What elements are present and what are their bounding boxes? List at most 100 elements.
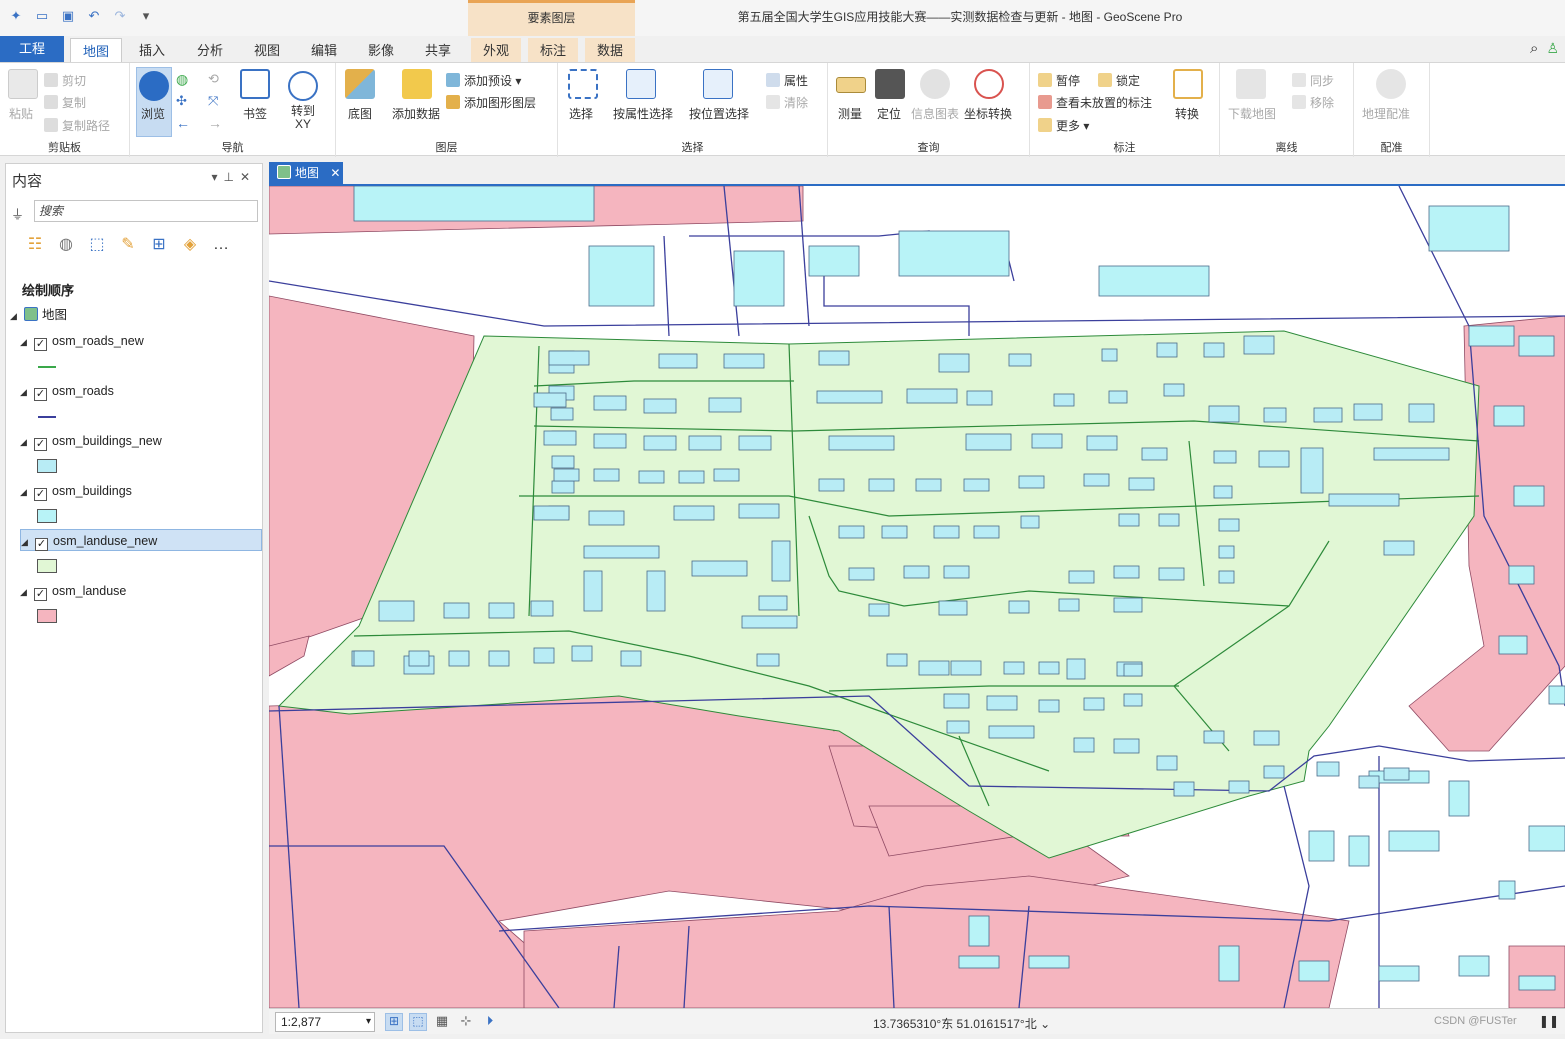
locate-button[interactable]: 定位 xyxy=(877,105,901,122)
close-map-tab-icon[interactable]: ✕ xyxy=(330,166,340,180)
search-icon[interactable]: ⌕ xyxy=(1530,40,1538,57)
scale-dropdown-icon[interactable]: ▾ xyxy=(366,1013,371,1031)
clear-selection-button[interactable]: 清除 xyxy=(766,94,808,111)
coordinate-dropdown-icon[interactable]: ⌄ xyxy=(1040,1017,1050,1031)
account-icon[interactable]: ♙ xyxy=(1546,40,1559,57)
layer-osm-buildings[interactable]: ◢ ✓ osm_buildings xyxy=(20,480,132,502)
list-by-snapping-icon[interactable]: ⊞ xyxy=(148,234,170,256)
remove-offline-button[interactable]: 移除 xyxy=(1292,94,1334,111)
symbol-swatch-landuse[interactable] xyxy=(37,609,57,623)
redo-icon[interactable]: ↷ xyxy=(112,8,128,24)
layer-osm-buildings-new[interactable]: ◢ ✓ osm_buildings_new xyxy=(20,430,162,452)
layer-osm-landuse-new[interactable]: ◢ ✓ osm_landuse_new xyxy=(20,529,262,551)
basemap-button[interactable]: 底图 xyxy=(348,105,372,122)
tab-data[interactable]: 数据 xyxy=(585,38,635,64)
next-extent-icon[interactable]: → xyxy=(208,115,222,131)
collapse-icon[interactable]: ◢ xyxy=(20,581,30,603)
attributes-button[interactable]: 属性 xyxy=(766,72,808,89)
fixed-zoom-in-icon[interactable]: ✣ xyxy=(176,93,187,109)
view-unplaced-labels-button[interactable]: 查看未放置的标注 xyxy=(1038,94,1152,111)
convert-labels-button[interactable]: 转换 xyxy=(1175,105,1199,122)
symbol-swatch-buildings[interactable] xyxy=(37,509,57,523)
add-preset-button[interactable]: 添加预设 ▾ xyxy=(446,72,521,89)
explore-button[interactable]: 浏览 xyxy=(141,105,165,122)
download-map-button[interactable]: 下载地图 xyxy=(1228,105,1276,122)
visibility-checkbox[interactable]: ✓ xyxy=(34,588,47,601)
contents-search-input[interactable]: 搜索 xyxy=(34,200,258,222)
undo-icon[interactable]: ↶ xyxy=(86,8,102,24)
tab-labeling[interactable]: 标注 xyxy=(528,38,578,64)
layer-osm-roads-new[interactable]: ◢ ✓ osm_roads_new xyxy=(20,330,144,352)
copy-button[interactable]: 复制 xyxy=(44,94,86,111)
list-by-data-source-icon[interactable]: ◍ xyxy=(55,234,77,256)
correction-icon[interactable]: ⊹ xyxy=(457,1013,475,1031)
tab-appearance[interactable]: 外观 xyxy=(471,38,521,64)
collapse-icon[interactable]: ◢ xyxy=(10,305,20,327)
collapse-icon[interactable]: ◢ xyxy=(20,481,30,503)
filter-icon[interactable]: ⏚ xyxy=(11,204,24,223)
pause-rendering-icon[interactable]: ❚❚ xyxy=(1539,1014,1559,1028)
coordinate-readout[interactable]: 13.7365310°东 51.0161517°北 ⌄ xyxy=(873,1015,1050,1032)
map-svg[interactable] xyxy=(269,186,1565,1008)
add-graphics-layer-button[interactable]: 添加图形图层 xyxy=(446,94,536,111)
new-project-icon[interactable]: ✦ xyxy=(8,8,24,24)
pin-icon[interactable]: ⊥ xyxy=(223,170,239,184)
lock-labels-button[interactable]: 锁定 xyxy=(1098,72,1140,89)
map-view-tab[interactable]: 地图 ✕ xyxy=(269,162,343,185)
georeference-button[interactable]: 地理配准 xyxy=(1362,105,1410,122)
visibility-checkbox[interactable]: ✓ xyxy=(34,338,47,351)
tab-project[interactable]: 工程 xyxy=(0,36,64,62)
symbol-swatch-roads-new[interactable] xyxy=(38,366,56,368)
infographics-button[interactable]: 信息图表 xyxy=(911,105,959,122)
customize-toolbar-icon[interactable]: ▾ xyxy=(138,8,154,24)
list-by-drawing-order-icon[interactable]: ☷ xyxy=(24,234,46,256)
list-by-selection-icon[interactable]: ⬚ xyxy=(86,234,108,256)
tab-view[interactable]: 视图 xyxy=(243,38,291,64)
close-icon[interactable]: ✕ xyxy=(240,170,256,184)
collapse-icon[interactable]: ◢ xyxy=(20,381,30,403)
previous-extent-icon[interactable]: ← xyxy=(176,115,190,131)
layer-osm-roads[interactable]: ◢ ✓ osm_roads xyxy=(20,380,114,402)
measure-button[interactable]: 测量 xyxy=(838,105,862,122)
tab-imagery[interactable]: 影像 xyxy=(357,38,405,64)
save-icon[interactable]: ▣ xyxy=(60,8,76,24)
paste-button[interactable]: 粘贴 xyxy=(9,105,33,122)
open-project-icon[interactable]: ▭ xyxy=(34,8,50,24)
more-labeling-button[interactable]: 更多 ▾ xyxy=(1038,117,1089,134)
prev-tool-icon[interactable]: ⟲ xyxy=(208,71,219,87)
visibility-checkbox[interactable]: ✓ xyxy=(34,488,47,501)
tree-map-node[interactable]: ◢ 地图 xyxy=(10,304,67,326)
select-button[interactable]: 选择 xyxy=(569,105,593,122)
pane-menu-icon[interactable]: ▾ xyxy=(211,170,223,184)
visibility-checkbox[interactable]: ✓ xyxy=(34,438,47,451)
copy-path-button[interactable]: 复制路径 xyxy=(44,117,110,134)
goto-xy-button[interactable]: 转到 XY xyxy=(291,105,315,131)
tab-map[interactable]: 地图 xyxy=(70,38,122,64)
tab-edit[interactable]: 编辑 xyxy=(300,38,348,64)
select-by-location-button[interactable]: 按位置选择 xyxy=(689,105,749,122)
full-extent-icon[interactable]: ◍ xyxy=(176,71,188,88)
tab-insert[interactable]: 插入 xyxy=(128,38,176,64)
grid-snap-icon[interactable]: ⬚ xyxy=(409,1013,427,1031)
pause-drawing-icon[interactable]: ⏵ xyxy=(481,1013,499,1031)
collapse-icon[interactable]: ◢ xyxy=(21,531,31,553)
list-by-labeling-icon[interactable]: ◈ xyxy=(179,234,201,256)
list-by-editing-icon[interactable]: ✎ xyxy=(117,234,139,256)
more-options-icon[interactable]: … xyxy=(210,234,232,256)
visibility-checkbox[interactable]: ✓ xyxy=(34,388,47,401)
tab-share[interactable]: 共享 xyxy=(414,38,462,64)
select-by-attributes-button[interactable]: 按属性选择 xyxy=(613,105,673,122)
collapse-icon[interactable]: ◢ xyxy=(20,431,30,453)
bookmarks-button[interactable]: 书签 xyxy=(243,105,267,122)
layer-osm-landuse[interactable]: ◢ ✓ osm_landuse xyxy=(20,580,126,602)
collapse-icon[interactable]: ◢ xyxy=(20,331,30,353)
snapping-icon[interactable]: ⊞ xyxy=(385,1013,403,1031)
tab-analysis[interactable]: 分析 xyxy=(186,38,234,64)
sync-button[interactable]: 同步 xyxy=(1292,72,1334,89)
cut-button[interactable]: 剪切 xyxy=(44,72,86,89)
symbol-swatch-buildings-new[interactable] xyxy=(37,459,57,473)
symbol-swatch-roads[interactable] xyxy=(38,416,56,418)
symbol-swatch-landuse-new[interactable] xyxy=(37,559,57,573)
add-data-button[interactable]: 添加数据 xyxy=(392,105,440,122)
fixed-zoom-out-icon[interactable]: ⤧ xyxy=(208,93,218,109)
